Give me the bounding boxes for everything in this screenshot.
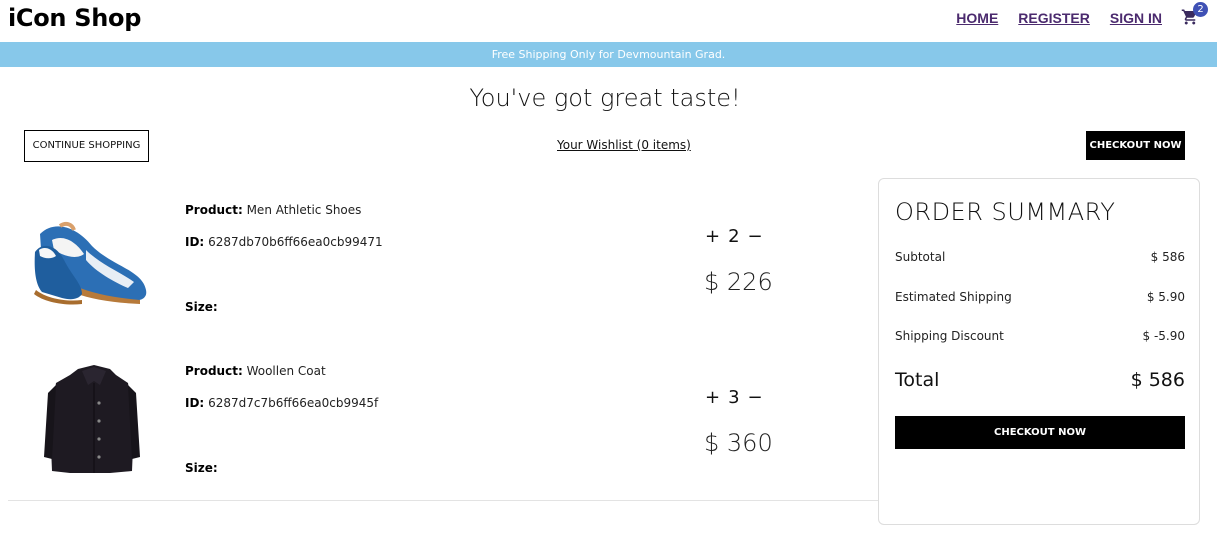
product-id: 6287db70b6ff66ea0cb99471 <box>208 235 383 249</box>
nav-link-register[interactable]: REGISTER <box>1018 10 1090 26</box>
total-value: $ 586 <box>1130 369 1185 391</box>
navbar: iCon Shop HOME REGISTER SIGN IN 2 <box>0 0 1219 42</box>
product-name-field: Product: Woollen Coat <box>185 364 326 378</box>
nav-link-sign-in[interactable]: SIGN IN <box>1110 10 1162 26</box>
decrease-quantity-button[interactable]: − <box>748 226 763 247</box>
total-label: Total <box>895 369 940 391</box>
product-size-field: Size: <box>185 461 218 475</box>
cart-item: Product: Men Athletic Shoes ID: 6287db70… <box>0 182 870 342</box>
shipping-value: $ 5.90 <box>1146 290 1185 304</box>
site-logo[interactable]: iCon Shop <box>8 4 141 32</box>
product-id-field: ID: 6287d7c7b6ff66ea0cb9945f <box>185 396 378 410</box>
total-row: Total $ 586 <box>895 369 1185 391</box>
product-label: Product: <box>185 364 243 378</box>
page-heading: You've got great taste! <box>469 84 741 112</box>
product-id-field: ID: 6287db70b6ff66ea0cb99471 <box>185 235 383 249</box>
item-price: $ 226 <box>704 268 773 296</box>
cart-button[interactable]: 2 <box>1181 2 1208 30</box>
increase-quantity-button[interactable]: + <box>705 226 720 247</box>
nav-links: HOME REGISTER SIGN IN <box>956 10 1162 26</box>
cart-divider <box>8 500 878 501</box>
discount-row: Shipping Discount $ -5.90 <box>895 329 1185 343</box>
quantity-value: 2 <box>728 226 740 247</box>
product-image-shoes[interactable] <box>30 202 160 312</box>
continue-shopping-button[interactable]: CONTINUE SHOPPING <box>24 130 149 162</box>
wishlist-link[interactable]: Your Wishlist (0 items) <box>557 138 691 152</box>
decrease-quantity-button[interactable]: − <box>748 387 763 408</box>
product-name: Woollen Coat <box>246 364 326 378</box>
product-size-field: Size: <box>185 300 218 314</box>
quantity-value: 3 <box>728 387 740 408</box>
checkout-now-button-top[interactable]: CHECKOUT NOW <box>1086 131 1185 160</box>
order-summary-panel: ORDER SUMMARY Subtotal $ 586 Estimated S… <box>878 178 1200 525</box>
product-label: Product: <box>185 203 243 217</box>
cart-item: Product: Woollen Coat ID: 6287d7c7b6ff66… <box>0 343 870 503</box>
id-label: ID: <box>185 235 205 249</box>
quantity-stepper: + 3 − <box>705 387 763 408</box>
item-price: $ 360 <box>704 429 773 457</box>
subtotal-label: Subtotal <box>895 250 946 264</box>
product-name-field: Product: Men Athletic Shoes <box>185 203 361 217</box>
product-name: Men Athletic Shoes <box>246 203 362 217</box>
nav-link-home[interactable]: HOME <box>956 10 998 26</box>
discount-value: $ -5.90 <box>1142 329 1186 343</box>
increase-quantity-button[interactable]: + <box>705 387 720 408</box>
order-summary-title: ORDER SUMMARY <box>895 198 1116 226</box>
discount-label: Shipping Discount <box>895 329 1004 343</box>
size-label: Size: <box>185 300 218 314</box>
shipping-label: Estimated Shipping <box>895 290 1012 304</box>
size-label: Size: <box>185 461 218 475</box>
checkout-now-button[interactable]: CHECKOUT NOW <box>895 416 1185 449</box>
quantity-stepper: + 2 − <box>705 226 763 247</box>
subtotal-value: $ 586 <box>1150 250 1185 264</box>
cart-count-badge: 2 <box>1193 2 1208 17</box>
product-image-coat[interactable] <box>30 363 160 473</box>
product-id: 6287d7c7b6ff66ea0cb9945f <box>208 396 379 410</box>
id-label: ID: <box>185 396 205 410</box>
subtotal-row: Subtotal $ 586 <box>895 250 1185 264</box>
promo-banner: Free Shipping Only for Devmountain Grad. <box>0 42 1217 67</box>
shipping-row: Estimated Shipping $ 5.90 <box>895 290 1185 304</box>
